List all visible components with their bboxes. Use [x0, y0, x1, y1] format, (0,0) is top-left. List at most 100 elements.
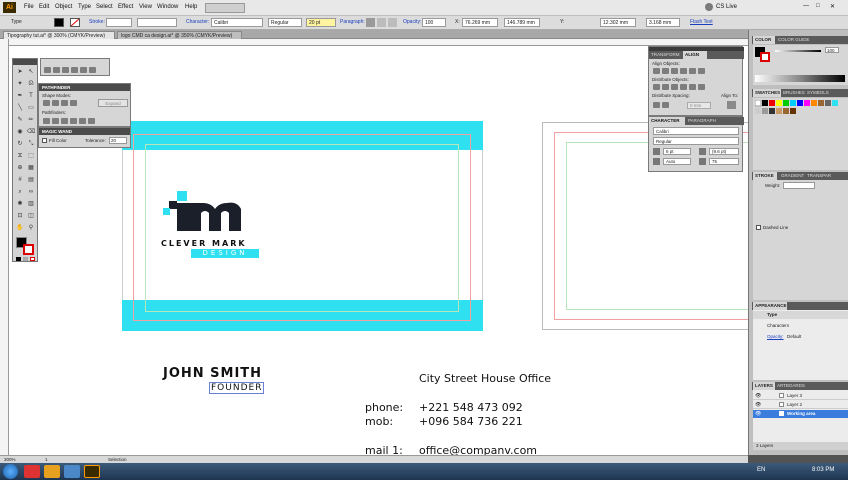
stroke-weight-field[interactable]: [106, 18, 132, 27]
paragraph-label[interactable]: Paragraph:: [340, 19, 365, 25]
rotate-tool-icon[interactable]: ↻: [15, 139, 25, 149]
variable-width-field[interactable]: [137, 18, 177, 27]
gradient-tool-icon[interactable]: ▤: [26, 175, 36, 185]
stroke-color-box[interactable]: [23, 244, 34, 255]
pathfinder-title[interactable]: PATHFINDER: [39, 84, 130, 91]
slice-tool-icon[interactable]: ◫: [26, 211, 36, 221]
magic-wand-icon[interactable]: ✦: [15, 79, 25, 89]
distribute-spacing-buttons[interactable]: [653, 102, 671, 110]
align-right-icon[interactable]: [388, 18, 397, 27]
start-button[interactable]: [3, 464, 18, 479]
appearance-characters[interactable]: Characters: [767, 323, 789, 328]
color-stroke-swatch[interactable]: [760, 52, 770, 62]
line-tool-icon[interactable]: ╲: [15, 103, 25, 113]
paragraph-align-buttons[interactable]: [366, 18, 398, 27]
menu-select[interactable]: Select: [96, 4, 113, 10]
pencil-tool-icon[interactable]: ✏: [26, 115, 36, 125]
opacity-field[interactable]: 100: [422, 18, 446, 27]
w-field[interactable]: 12.302 mm: [600, 18, 636, 27]
stroke-label[interactable]: Stroke:: [89, 19, 105, 25]
character-label[interactable]: Character:: [186, 19, 209, 25]
selection-tool-icon[interactable]: ➤: [15, 67, 25, 77]
language-indicator[interactable]: EN: [757, 467, 765, 473]
character-font-field[interactable]: Calibri: [653, 127, 739, 135]
color-mode-buttons[interactable]: [16, 257, 36, 261]
taskbar-illustrator-icon[interactable]: [84, 465, 100, 478]
tab-align[interactable]: ALIGN: [683, 51, 707, 59]
tab-artboards[interactable]: ARTBOARDS: [777, 383, 805, 388]
tab-transparency[interactable]: TRANSPAR: [807, 173, 831, 178]
office-address[interactable]: City Street House Office: [419, 372, 551, 385]
brush-tool-icon[interactable]: ✎: [15, 115, 25, 125]
phone-label[interactable]: phone:: [365, 401, 403, 414]
dashed-line-checkbox[interactable]: [756, 225, 761, 230]
menu-view[interactable]: View: [139, 4, 152, 10]
vertical-ruler[interactable]: [0, 39, 9, 455]
tab-layers[interactable]: LAYERS: [753, 382, 775, 390]
zoom-level[interactable]: 300%: [4, 457, 16, 462]
shape-mode-buttons[interactable]: [43, 100, 79, 108]
artboard-tool-icon[interactable]: ⊡: [15, 211, 25, 221]
spacing-field[interactable]: 0 mm: [687, 102, 711, 109]
taskbar-explorer-icon[interactable]: [44, 465, 60, 478]
tab-swatches[interactable]: SWATCHES: [753, 89, 781, 97]
align-left-icon[interactable]: [366, 18, 375, 27]
hand-tool-icon[interactable]: ✋: [15, 223, 25, 233]
layer-row[interactable]: 👁 Layer 3: [753, 392, 848, 400]
status-mode[interactable]: Selection: [108, 457, 127, 462]
fill-color-checkbox[interactable]: [42, 138, 47, 143]
leading-field[interactable]: (9.6 pt): [709, 148, 739, 155]
x-field[interactable]: 76.269 mm: [462, 18, 498, 27]
tab-brushes[interactable]: BRUSHES: [783, 90, 805, 95]
eraser-tool-icon[interactable]: ⌫: [26, 127, 36, 137]
type-tool-icon[interactable]: T: [26, 91, 36, 101]
kerning-field[interactable]: Auto: [663, 158, 691, 165]
person-name[interactable]: JOHN SMITH: [163, 366, 262, 381]
shape-builder-icon[interactable]: ⊕: [15, 163, 25, 173]
expand-button[interactable]: Expand: [98, 99, 128, 107]
character-style-field[interactable]: Regular: [653, 137, 739, 145]
align-center-icon[interactable]: [377, 18, 386, 27]
tab-appearance[interactable]: APPEARANCE: [753, 302, 787, 310]
layer-name[interactable]: Working area: [787, 411, 815, 416]
h-field[interactable]: 3.168 mm: [646, 18, 680, 27]
menu-effect[interactable]: Effect: [118, 4, 133, 10]
scale-tool-icon[interactable]: ⤡: [26, 139, 36, 149]
tab-transform[interactable]: TRANSFORM: [651, 52, 680, 57]
person-role[interactable]: FOUNDER: [209, 382, 265, 394]
lasso-icon[interactable]: ᘏ: [26, 79, 36, 89]
font-family-field[interactable]: Calibri: [211, 18, 263, 27]
align-object-buttons[interactable]: [653, 68, 707, 76]
close-button[interactable]: ✕: [830, 3, 835, 10]
tab-paragraph[interactable]: PARAGRAPH: [688, 118, 716, 123]
magic-wand-title[interactable]: MAGIC WAND: [39, 128, 130, 135]
tolerance-field[interactable]: 20: [109, 137, 127, 144]
mob-label[interactable]: mob:: [365, 415, 393, 428]
visibility-eye-icon[interactable]: 👁: [755, 411, 761, 417]
menu-window[interactable]: Window: [157, 4, 178, 10]
appearance-type[interactable]: Type: [767, 312, 777, 317]
tools-panel-header[interactable]: [13, 59, 37, 65]
minimize-button[interactable]: —: [803, 3, 809, 9]
menu-edit[interactable]: Edit: [39, 4, 49, 10]
swatches-grid[interactable]: [753, 98, 848, 170]
mesh-tool-icon[interactable]: #: [15, 175, 25, 185]
visibility-eye-icon[interactable]: 👁: [755, 393, 761, 399]
opacity-label[interactable]: Opacity:: [403, 19, 421, 25]
blob-brush-icon[interactable]: ◉: [15, 127, 25, 137]
tab-stroke[interactable]: STROKE: [753, 172, 777, 180]
tab-symbols[interactable]: SYMBOLS: [807, 90, 829, 95]
layer-name[interactable]: Layer 3: [787, 393, 802, 398]
graph-tool-icon[interactable]: ▥: [26, 199, 36, 209]
tab-character[interactable]: CHARACTER: [649, 117, 685, 125]
clock[interactable]: 8:03 PM: [812, 467, 834, 473]
tab-logo-design[interactable]: logo CMD ca design.ai* @ 350% (CMYK/Prev…: [117, 31, 242, 39]
clever-mark-logo[interactable]: [159, 191, 264, 236]
perspective-grid-icon[interactable]: ▦: [26, 163, 36, 173]
layer-row-selected[interactable]: 👁 Working area: [753, 410, 848, 418]
distribute-object-buttons[interactable]: [653, 84, 707, 92]
menu-file[interactable]: File: [24, 4, 34, 10]
stroke-swatch[interactable]: [70, 18, 80, 27]
y-field[interactable]: 146.789 mm: [504, 18, 540, 27]
k-value-field[interactable]: 100: [825, 47, 839, 53]
